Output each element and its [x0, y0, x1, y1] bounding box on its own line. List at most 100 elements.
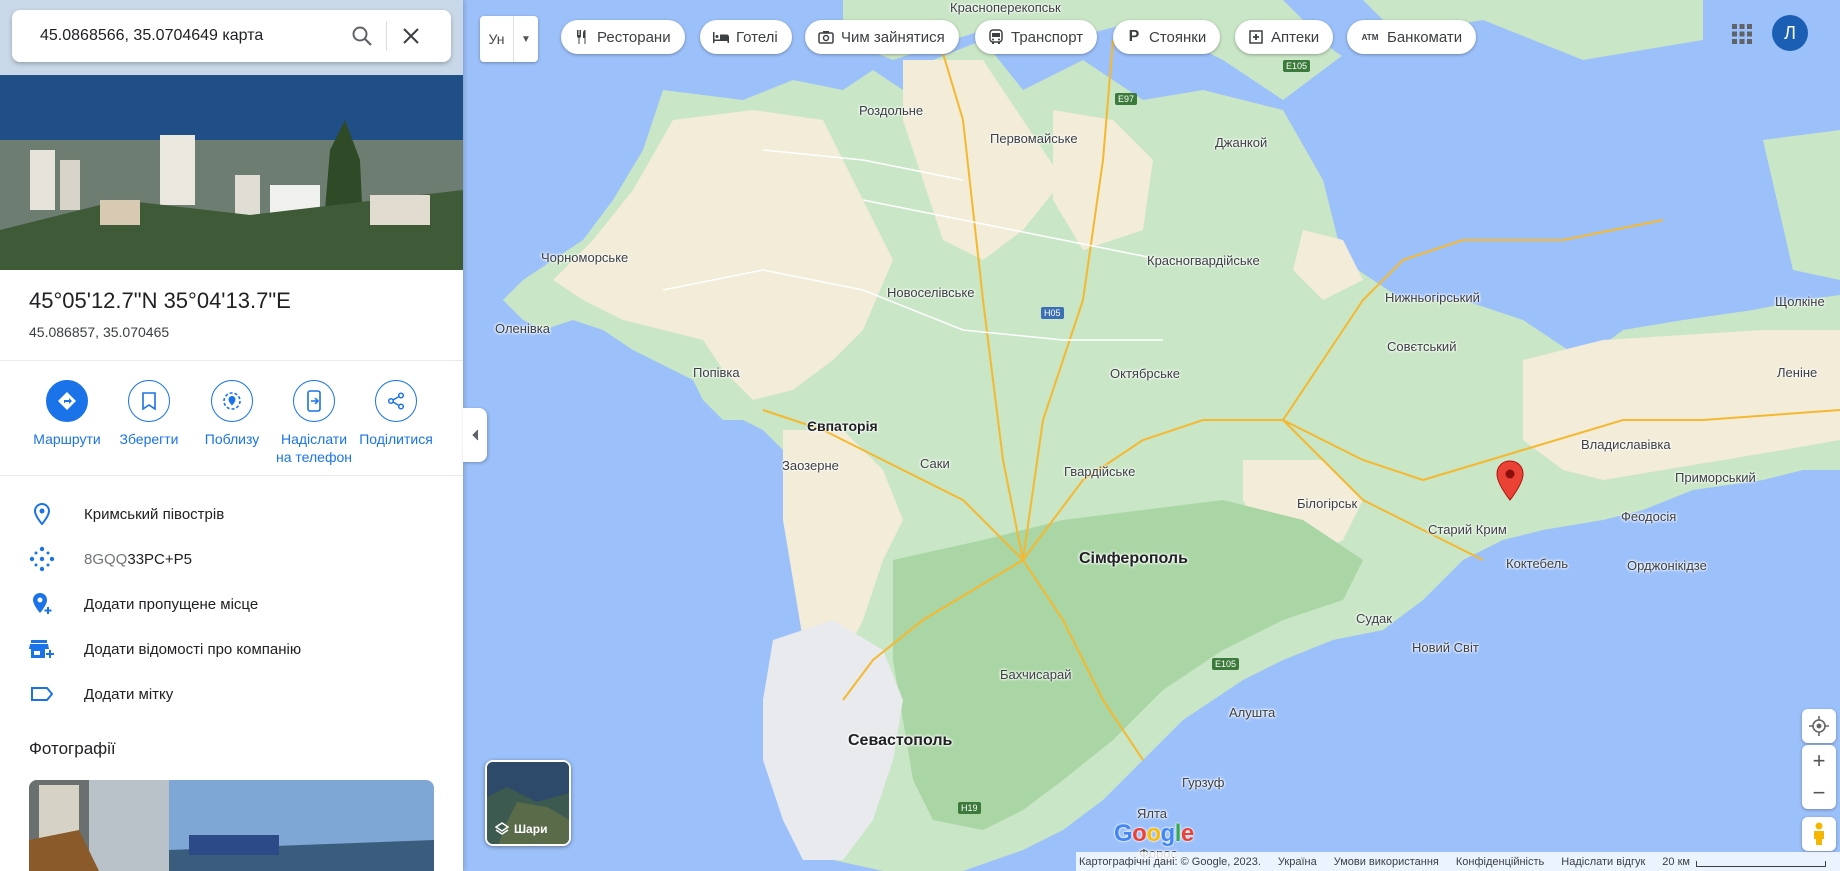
map-data-attribution[interactable]: Картографічні дані: © Google, 2023.	[1079, 856, 1261, 868]
send-to-phone-label: Надіслати на телефон	[276, 431, 352, 465]
chip-hotels[interactable]: Готелі	[700, 20, 792, 54]
bookmark-icon	[142, 392, 156, 410]
search-box	[12, 10, 451, 62]
chip-restaurants[interactable]: Ресторани	[561, 20, 685, 54]
zoom-in-button[interactable]: +	[1802, 745, 1836, 777]
map-label-rozdolne: Роздольне	[859, 103, 924, 118]
nearby-button[interactable]: Поблизу	[191, 380, 273, 448]
add-label-row[interactable]: Додати мітку	[0, 672, 463, 716]
map-label-krasnoperekopsk: Красноперекопськ	[950, 0, 1061, 15]
phone-icon	[307, 390, 321, 412]
photo-thumbnail[interactable]	[29, 780, 434, 871]
plus-code-icon	[29, 546, 55, 572]
my-location-button[interactable]	[1802, 709, 1836, 743]
nearby-icon	[223, 392, 241, 410]
share-button[interactable]: Поділитися	[355, 380, 437, 448]
directions-label: Маршрути	[33, 431, 101, 447]
map-label-yevpatoriia: Євпаторія	[807, 418, 878, 434]
chip-label: Готелі	[736, 28, 778, 46]
place-panel: 45°05'12.7"N 35°04'13.7"E 45.086857, 35.…	[0, 0, 463, 871]
map-label-feodosiia: Феодосія	[1621, 509, 1677, 524]
map-label-pervomaiske: Первомайське	[990, 131, 1078, 146]
country-link[interactable]: Україна	[1278, 856, 1317, 868]
map-label-novoselivske: Новоселівське	[887, 285, 975, 300]
chevron-down-icon[interactable]: ▼	[514, 16, 538, 62]
map-label-chornomorske: Чорноморське	[541, 250, 629, 265]
collapse-panel-button[interactable]	[463, 408, 487, 462]
chip-label: Стоянки	[1149, 28, 1207, 46]
input-tools-button[interactable]: Ун ▼	[480, 16, 538, 62]
directions-button[interactable]: Маршрути	[26, 380, 108, 448]
road-shield-e105: E105	[1283, 60, 1311, 72]
place-decimal-coords: 45.086857, 35.070465	[29, 324, 170, 340]
divider	[0, 360, 463, 361]
zoom-out-button[interactable]: −	[1802, 777, 1836, 809]
chip-label: Чим зайнятися	[841, 28, 945, 46]
scale-bar	[1695, 860, 1826, 867]
map-label-koktebel: Коктебель	[1506, 556, 1568, 571]
chip-pharmacies[interactable]: Аптеки	[1235, 20, 1334, 54]
minus-icon: −	[1812, 780, 1826, 805]
zoom-controls: + −	[1802, 745, 1836, 809]
feedback-link[interactable]: Надіслати відгук	[1561, 856, 1645, 868]
add-place-text: Додати пропущене місце	[84, 595, 259, 613]
map-label-dzhankoi: Джанкой	[1215, 135, 1268, 150]
chip-parking[interactable]: P Стоянки	[1113, 20, 1221, 54]
scale-label[interactable]: 20 км	[1662, 856, 1690, 868]
save-button[interactable]: Зберегти	[108, 380, 190, 448]
map-label-alushta: Алушта	[1229, 705, 1276, 720]
plus-code-text: 8GQQ33PC+P5	[84, 551, 192, 568]
road-shield-h05: H05	[1041, 307, 1064, 319]
location-pin-icon[interactable]	[1495, 460, 1525, 502]
add-business-text: Додати відомості про компанію	[84, 640, 302, 658]
add-missing-place-row[interactable]: Додати пропущене місце	[0, 582, 463, 626]
search-icon	[352, 26, 372, 46]
map-canvas[interactable]: Красноперекопськ Роздольне Первомайське …	[463, 0, 1840, 871]
map-label-sudak: Судак	[1356, 611, 1392, 626]
info-row-pluscode[interactable]: 8GQQ33PC+P5	[0, 537, 463, 581]
search-input[interactable]	[38, 26, 338, 46]
pegman-icon	[1814, 822, 1824, 845]
chip-things-to-do[interactable]: Чим зайнятися	[805, 20, 959, 54]
photos-heading: Фотографії	[29, 739, 116, 758]
send-to-phone-button[interactable]: Надіслати на телефон	[273, 380, 355, 466]
street-view-pegman-button[interactable]	[1802, 817, 1836, 851]
terms-link[interactable]: Умови використання	[1334, 856, 1439, 868]
layers-button[interactable]: Шари	[485, 760, 571, 846]
chip-atms[interactable]: ATM Банкомати	[1347, 20, 1477, 54]
chip-transit[interactable]: Транспорт	[975, 20, 1098, 54]
plus-code-suffix: 33PC+P5	[127, 550, 192, 568]
map-label-bakhchysarai: Бахчисарай	[1000, 667, 1072, 682]
road-shield-h19: H19	[958, 802, 981, 814]
google-logo: Google	[1114, 820, 1194, 847]
map-label-hurzuf: Гурзуф	[1182, 775, 1225, 790]
map-label-prymorskyi: Приморський	[1675, 470, 1756, 485]
privacy-link[interactable]: Конфіденційність	[1456, 856, 1544, 868]
close-search-button[interactable]	[387, 10, 435, 62]
add-business-row[interactable]: Додати відомості про компанію	[0, 627, 463, 671]
share-label: Поділитися	[359, 431, 433, 447]
close-icon	[403, 28, 419, 44]
map-label-yalta: Ялта	[1137, 806, 1168, 821]
map-label-bilohirsk: Білогірськ	[1297, 496, 1358, 511]
map-terrain	[463, 0, 1840, 871]
layers-icon	[495, 822, 509, 835]
add-label-text: Додати мітку	[84, 685, 174, 703]
map-label-ordzhonikidze: Орджонікідзе	[1627, 558, 1707, 573]
search-button[interactable]	[338, 10, 386, 62]
apps-grid-icon[interactable]	[1730, 22, 1754, 46]
map-label-olenivka: Оленівка	[495, 321, 550, 336]
place-title: 45°05'12.7"N 35°04'13.7"E	[29, 288, 291, 313]
share-icon	[387, 392, 405, 410]
add-business-icon	[29, 640, 54, 658]
chip-label: Банкомати	[1387, 28, 1463, 46]
plus-icon: +	[1812, 748, 1826, 773]
map-label-nyzhnohirskyi: Нижньогірський	[1385, 290, 1480, 305]
chip-label: Аптеки	[1271, 28, 1320, 46]
chip-label: Транспорт	[1011, 28, 1084, 46]
map-label-krasnohvardiiske: Красногвардійське	[1147, 253, 1260, 268]
divider	[0, 475, 463, 476]
map-label-zaozerne: Заозерне	[782, 458, 839, 473]
info-row-region[interactable]: Кримський півострів	[0, 492, 463, 536]
account-avatar[interactable]: Л	[1772, 15, 1808, 51]
